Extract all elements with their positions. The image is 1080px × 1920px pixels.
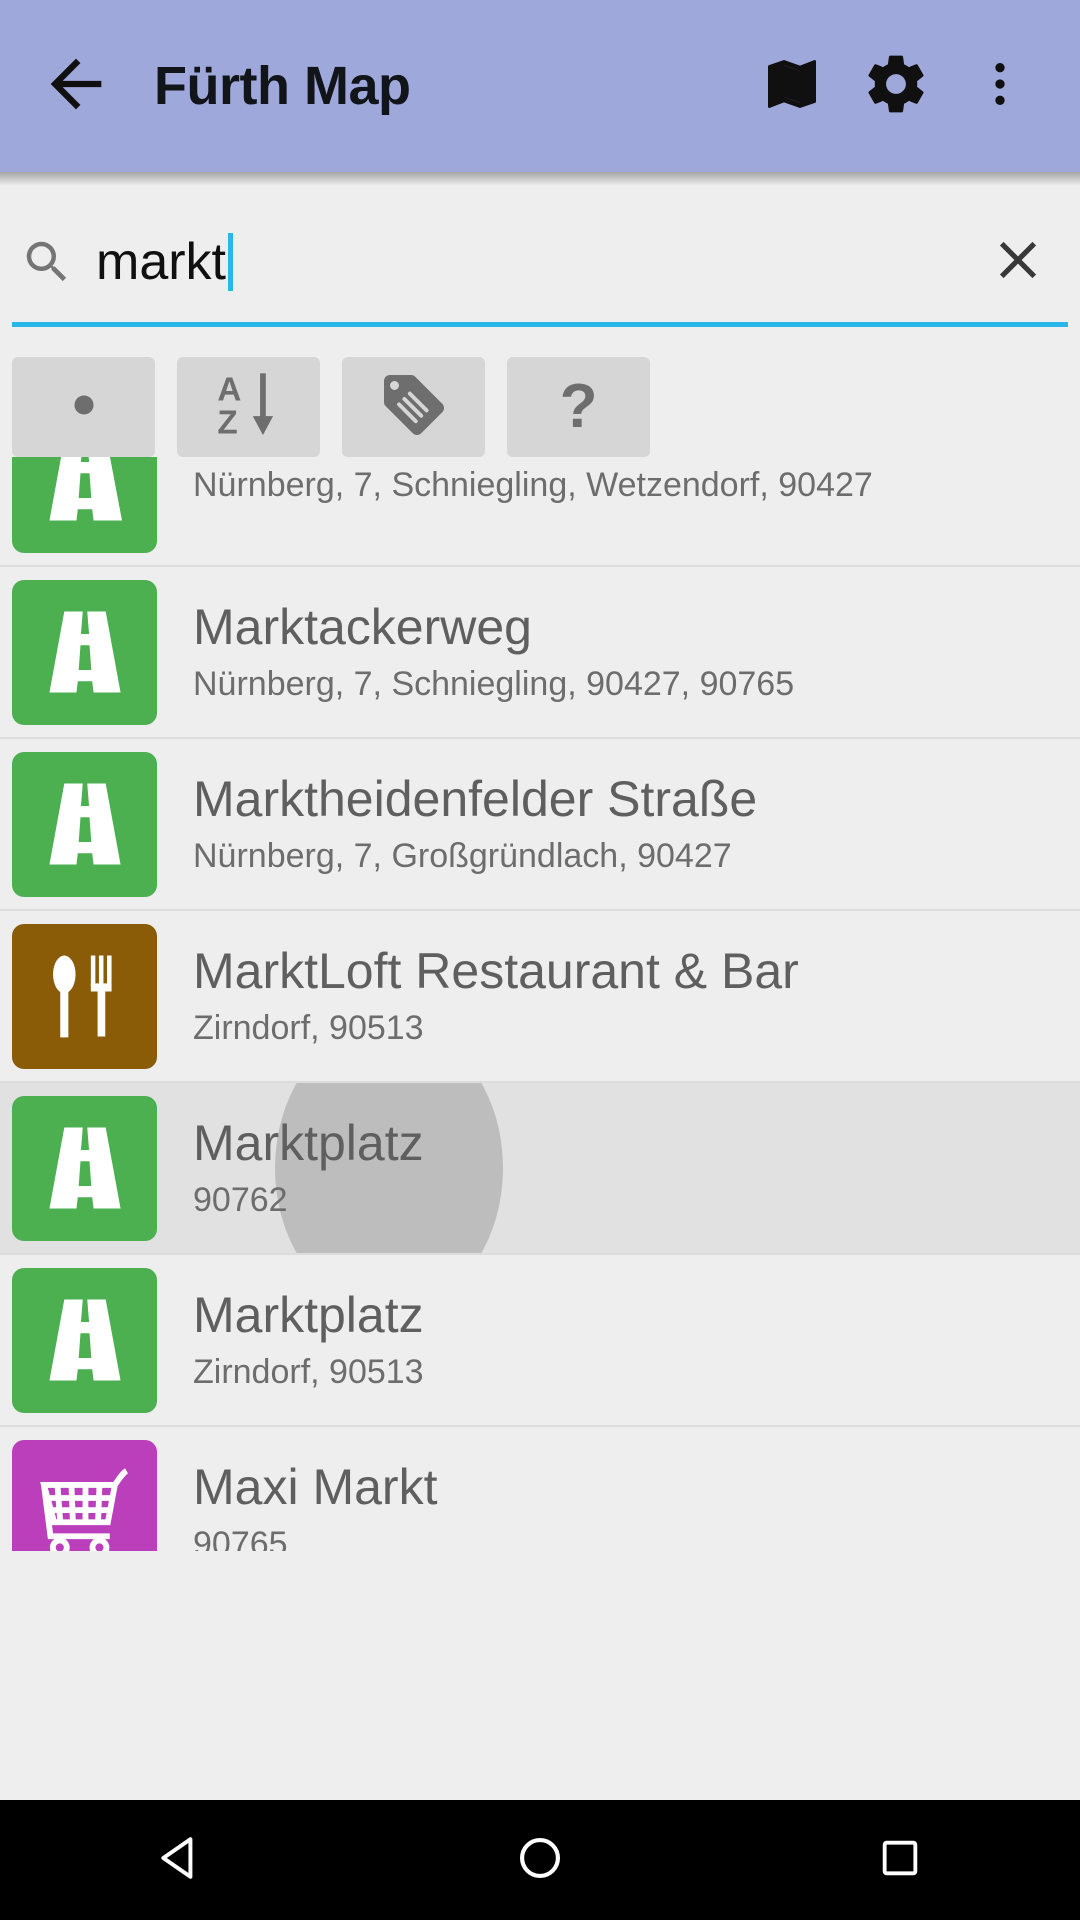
row-title: MarktLoft Restaurant & Bar xyxy=(193,943,799,1000)
more-vertical-icon xyxy=(972,56,1028,117)
row-subtitle: Nürnberg, 7, Großgründlach, 90427 xyxy=(193,837,732,876)
overflow-menu-button[interactable] xyxy=(948,34,1052,138)
filter-tag-button[interactable] xyxy=(342,357,485,457)
settings-button[interactable] xyxy=(844,34,948,138)
search-bar[interactable]: markt xyxy=(12,216,1068,327)
row-title: Maxi Markt xyxy=(193,1459,438,1516)
filter-help-button[interactable]: ? xyxy=(507,357,650,457)
circle-home-icon xyxy=(515,1833,565,1888)
map-icon xyxy=(760,52,824,121)
svg-text:A: A xyxy=(217,371,241,408)
row-subtitle: Nürnberg, 7, Schniegling, Wetzendorf, 90… xyxy=(193,466,873,505)
page-title: Fürth Map xyxy=(154,56,411,116)
road-icon xyxy=(12,457,157,553)
table-row[interactable]: Nürnberg, 7, Schniegling, Wetzendorf, 90… xyxy=(0,457,1080,567)
gear-icon xyxy=(862,50,930,123)
table-row[interactable]: Marktplatz Zirndorf, 90513 xyxy=(0,1255,1080,1427)
table-row[interactable]: Marktheidenfelder Straße Nürnberg, 7, Gr… xyxy=(0,739,1080,911)
row-text: Marktplatz 90762 xyxy=(157,1116,424,1219)
filter-distance-button[interactable] xyxy=(12,357,155,457)
tag-icon xyxy=(378,369,450,446)
app-bar-actions xyxy=(740,34,1052,138)
row-title: Marktackerweg xyxy=(193,599,532,656)
search-icon xyxy=(16,235,78,289)
row-text: Maxi Markt 90765 xyxy=(157,1460,437,1551)
nav-home-button[interactable] xyxy=(450,1800,630,1920)
clear-search-button[interactable] xyxy=(972,216,1064,308)
table-row[interactable]: Maxi Markt 90765 xyxy=(0,1427,1080,1551)
map-button[interactable] xyxy=(740,34,844,138)
search-section: markt xyxy=(0,172,1080,327)
row-subtitle: 90762 xyxy=(193,1181,288,1220)
row-text: Marktplatz Zirndorf, 90513 xyxy=(157,1288,424,1391)
shopping-cart-icon xyxy=(12,1439,157,1551)
search-results-list[interactable]: Nürnberg, 7, Schniegling, Wetzendorf, 90… xyxy=(0,457,1080,1551)
nav-back-button[interactable] xyxy=(90,1800,270,1920)
square-recents-icon xyxy=(877,1835,923,1886)
arrow-left-icon xyxy=(38,46,114,127)
row-subtitle: 90765 xyxy=(193,1525,288,1551)
row-title: Marktheidenfelder Straße xyxy=(193,771,758,828)
dot-icon xyxy=(62,383,106,432)
search-results-inner: Nürnberg, 7, Schniegling, Wetzendorf, 90… xyxy=(0,457,1080,1551)
row-text: Nürnberg, 7, Schniegling, Wetzendorf, 90… xyxy=(157,457,873,505)
question-mark-icon: ? xyxy=(559,372,598,441)
app-bar-shadow xyxy=(0,172,1080,186)
svg-text:Z: Z xyxy=(217,404,237,441)
road-icon xyxy=(12,579,157,725)
row-subtitle: Zirndorf, 90513 xyxy=(193,1009,424,1048)
row-text: MarktLoft Restaurant & Bar Zirndorf, 905… xyxy=(157,944,799,1047)
app-screen: Fürth Map markt A Z ? Nürnberg, 7, Schni… xyxy=(0,0,1080,1920)
restaurant-icon xyxy=(12,923,157,1069)
row-subtitle: Zirndorf, 90513 xyxy=(193,1353,424,1392)
row-text: Marktheidenfelder Straße Nürnberg, 7, Gr… xyxy=(157,772,757,875)
road-icon xyxy=(12,751,157,897)
table-row[interactable]: Marktplatz 90762 xyxy=(0,1083,1080,1255)
triangle-back-icon xyxy=(155,1833,205,1888)
row-title: Marktplatz xyxy=(193,1287,424,1344)
table-row[interactable]: MarktLoft Restaurant & Bar Zirndorf, 905… xyxy=(0,911,1080,1083)
nav-recents-button[interactable] xyxy=(810,1800,990,1920)
filter-toolbar: A Z ? xyxy=(0,327,1080,457)
row-text: Marktackerweg Nürnberg, 7, Schniegling, … xyxy=(157,600,794,703)
search-input[interactable]: markt xyxy=(78,233,972,291)
filter-sort-alpha-button[interactable]: A Z xyxy=(177,357,320,457)
row-subtitle: Nürnberg, 7, Schniegling, 90427, 90765 xyxy=(193,665,795,704)
road-icon xyxy=(12,1267,157,1413)
table-row[interactable]: Marktackerweg Nürnberg, 7, Schniegling, … xyxy=(0,567,1080,739)
row-title: Marktplatz xyxy=(193,1115,424,1172)
back-button[interactable] xyxy=(28,38,124,134)
sort-az-icon: A Z xyxy=(211,367,287,448)
road-icon xyxy=(12,1095,157,1241)
system-navigation-bar xyxy=(0,1800,1080,1920)
app-bar: Fürth Map xyxy=(0,0,1080,172)
search-input-value: markt xyxy=(96,233,226,291)
text-caret xyxy=(228,233,233,291)
close-icon xyxy=(987,229,1049,296)
